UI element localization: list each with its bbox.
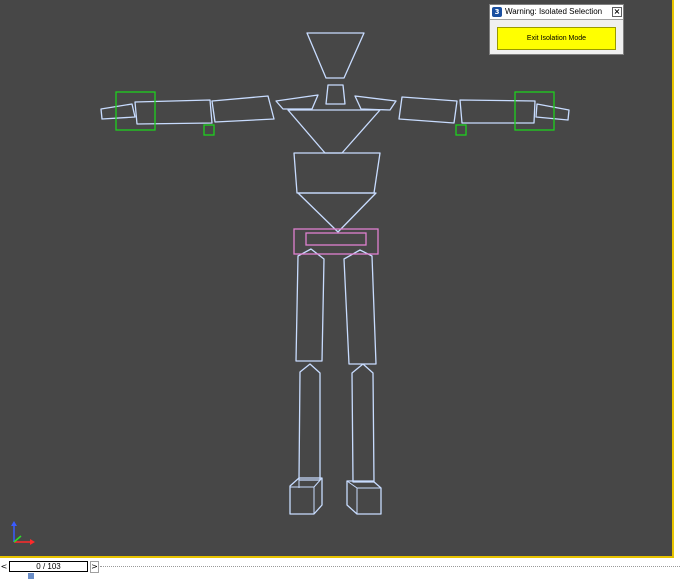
clavicle-left[interactable] (275, 94, 319, 110)
viewport-frame (674, 0, 680, 556)
upper-arm-left[interactable] (211, 95, 275, 123)
prev-frame-button[interactable]: < (0, 561, 8, 573)
next-frame-button[interactable]: > (90, 561, 99, 573)
foot-right[interactable] (346, 480, 382, 515)
hand-right[interactable] (535, 103, 570, 121)
track-bar[interactable] (100, 566, 680, 569)
thigh-left[interactable] (295, 248, 325, 362)
elbow-ik-right[interactable] (455, 124, 467, 136)
hand-left[interactable] (100, 103, 136, 120)
lower-spine-bone[interactable] (297, 192, 377, 233)
chest-bone[interactable] (287, 109, 381, 154)
clavicle-right[interactable] (354, 95, 397, 111)
dialog-titlebar[interactable]: 3 Warning: Isolated Selection × (490, 5, 623, 20)
calf-right[interactable] (351, 363, 375, 483)
thigh-right[interactable] (343, 249, 377, 365)
pelvis-inner (305, 232, 367, 246)
track-start-marker (28, 573, 34, 579)
forearm-right[interactable] (459, 99, 536, 124)
viewport-border-bottom (0, 556, 674, 558)
forearm-left[interactable] (134, 99, 213, 125)
calf-left[interactable] (298, 363, 321, 481)
exit-isolation-button[interactable]: Exit Isolation Mode (497, 27, 616, 50)
time-slider-thumb[interactable]: 0 / 103 (9, 561, 88, 572)
head-bone[interactable] (306, 32, 365, 79)
neck-bone[interactable] (325, 84, 346, 105)
close-button[interactable]: × (612, 7, 622, 17)
time-slider[interactable]: < 0 / 103 > (0, 561, 100, 573)
isolation-dialog[interactable]: 3 Warning: Isolated Selection × Exit Iso… (489, 4, 624, 55)
axis-tripod-icon (11, 521, 35, 545)
biped-rig[interactable] (0, 0, 672, 556)
dialog-title: Warning: Isolated Selection (505, 7, 603, 16)
upper-arm-right[interactable] (398, 96, 458, 124)
spine-bone[interactable] (293, 152, 381, 194)
3ds-max-logo-icon: 3 (492, 7, 502, 17)
elbow-ik-left[interactable] (203, 124, 215, 136)
